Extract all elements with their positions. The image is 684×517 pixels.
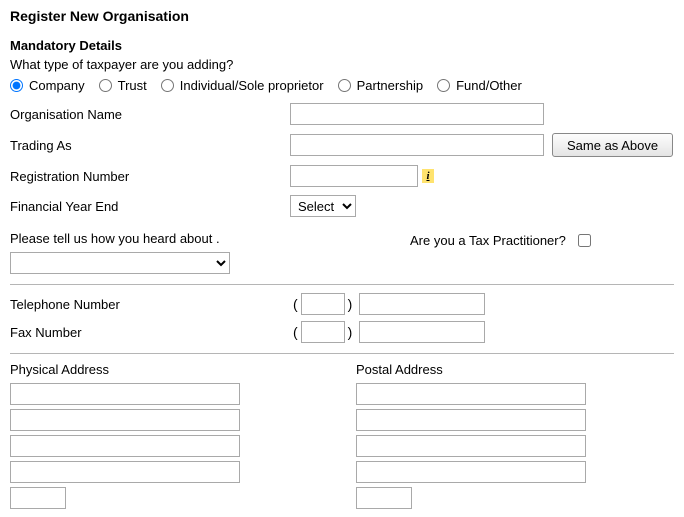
physical-address-column: Physical Address (10, 362, 328, 509)
telephone-areacode-input[interactable] (301, 293, 345, 315)
postal-address-line-4[interactable] (356, 461, 586, 483)
radio-company-label: Company (29, 78, 85, 93)
mandatory-section-title: Mandatory Details (10, 38, 674, 53)
reg-number-label: Registration Number (10, 169, 290, 184)
physical-address-line-4[interactable] (10, 461, 240, 483)
heard-about-label-suffix: . (216, 231, 220, 246)
taxpayer-type-group: Company Trust Individual/Sole proprietor… (10, 78, 674, 93)
radio-partnership-label: Partnership (357, 78, 423, 93)
fax-areacode-input[interactable] (301, 321, 345, 343)
radio-individual-label: Individual/Sole proprietor (180, 78, 324, 93)
physical-address-label: Physical Address (10, 362, 328, 377)
radio-individual[interactable]: Individual/Sole proprietor (161, 78, 324, 93)
postal-address-line-1[interactable] (356, 383, 586, 405)
physical-address-line-1[interactable] (10, 383, 240, 405)
divider-2 (10, 353, 674, 354)
radio-fund[interactable]: Fund/Other (437, 78, 522, 93)
fye-label: Financial Year End (10, 199, 290, 214)
radio-company[interactable]: Company (10, 78, 85, 93)
practitioner-checkbox[interactable] (578, 234, 591, 247)
radio-trust[interactable]: Trust (99, 78, 147, 93)
paren-close: ) (345, 296, 356, 312)
postal-address-label: Postal Address (356, 362, 674, 377)
postal-address-postcode[interactable] (356, 487, 412, 509)
heard-about-select[interactable] (10, 252, 230, 274)
reg-number-input[interactable] (290, 165, 418, 187)
telephone-label: Telephone Number (10, 297, 290, 312)
trading-as-label: Trading As (10, 138, 290, 153)
radio-partnership-input[interactable] (338, 79, 351, 92)
physical-address-postcode[interactable] (10, 487, 66, 509)
page-title: Register New Organisation (10, 8, 674, 24)
postal-address-line-3[interactable] (356, 435, 586, 457)
info-icon[interactable]: i (422, 169, 434, 183)
radio-fund-label: Fund/Other (456, 78, 522, 93)
taxpayer-question: What type of taxpayer are you adding? (10, 57, 674, 72)
paren-close-2: ) (345, 324, 356, 340)
practitioner-label: Are you a Tax Practitioner? (410, 233, 566, 248)
radio-fund-input[interactable] (437, 79, 450, 92)
radio-trust-input[interactable] (99, 79, 112, 92)
org-name-label: Organisation Name (10, 107, 290, 122)
postal-address-line-2[interactable] (356, 409, 586, 431)
radio-partnership[interactable]: Partnership (338, 78, 423, 93)
paren-open: ( (290, 296, 301, 312)
fye-select[interactable]: Select (290, 195, 356, 217)
telephone-number-input[interactable] (359, 293, 485, 315)
radio-company-input[interactable] (10, 79, 23, 92)
fax-label: Fax Number (10, 325, 290, 340)
divider-1 (10, 284, 674, 285)
radio-trust-label: Trust (118, 78, 147, 93)
physical-address-line-2[interactable] (10, 409, 240, 431)
same-as-above-button[interactable]: Same as Above (552, 133, 673, 157)
physical-address-line-3[interactable] (10, 435, 240, 457)
radio-individual-input[interactable] (161, 79, 174, 92)
trading-as-input[interactable] (290, 134, 544, 156)
fax-number-input[interactable] (359, 321, 485, 343)
org-name-input[interactable] (290, 103, 544, 125)
paren-open-2: ( (290, 324, 301, 340)
heard-about-label-prefix: Please tell us how you heard about (10, 231, 216, 246)
postal-address-column: Postal Address (356, 362, 674, 509)
